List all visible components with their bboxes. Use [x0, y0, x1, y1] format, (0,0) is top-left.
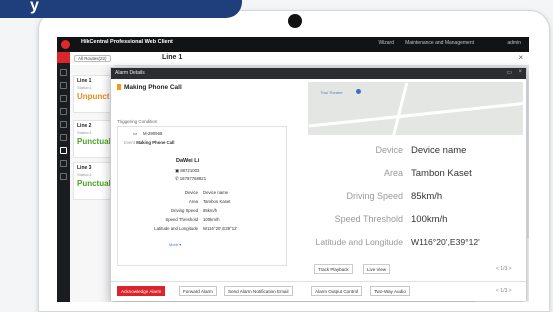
nav-device-icon[interactable]	[60, 108, 67, 115]
nav-person-icon[interactable]	[60, 95, 67, 102]
threshold-label: Speed Threshold	[334, 214, 403, 224]
live-view-button[interactable]: Live View	[363, 264, 391, 274]
route-list: Line 1 Station1 Unpunctual Line 2 Statio…	[70, 65, 121, 302]
id-number-value: 88721003	[180, 168, 200, 173]
menu-icon[interactable]	[57, 52, 70, 63]
alarm-output-button[interactable]: Alarm Output Control	[311, 286, 363, 296]
event-label: Event	[124, 140, 135, 145]
latlng-label-small: Latitude and Longitude	[154, 226, 198, 231]
send-email-button[interactable]: Send Alarm Notification Email	[224, 286, 293, 296]
route-card-title: Line 3	[77, 165, 92, 171]
speed-value: 85km/h	[411, 191, 443, 202]
nav-vehicle-icon[interactable]	[60, 121, 67, 128]
phone-number-value: 18787768821	[179, 176, 207, 181]
map-road	[390, 82, 409, 135]
close-icon[interactable]: ×	[518, 53, 523, 62]
two-way-audio-button[interactable]: Two-Way Audio	[370, 286, 410, 296]
route-card-status: Punctual	[77, 179, 111, 188]
route-card[interactable]: Line 2 Station1 Punctual	[73, 120, 114, 158]
forward-alarm-button[interactable]: Forward Alarm	[179, 286, 217, 296]
speed-value-small: 85km/h	[203, 208, 218, 213]
speed-label-small: Driving Speed	[171, 208, 198, 213]
latlng-value: W116°20',E39°12'	[411, 237, 480, 247]
alarm-name: Making Phone Call	[117, 84, 182, 91]
nav-report-icon[interactable]	[60, 173, 67, 180]
vehicle-icon: ▭	[133, 131, 138, 136]
nav-search-icon[interactable]	[60, 160, 67, 167]
area-value-small: Tambon Kaset	[203, 199, 231, 204]
threshold-label-small: Speed Threshold	[165, 217, 198, 222]
close-icon[interactable]: ×	[518, 69, 522, 75]
wizard-link[interactable]: Wizard	[378, 40, 394, 46]
area-value: Tambon Kaset	[411, 168, 472, 179]
route-list-header: All Routes(22) Line 1 ×	[70, 52, 529, 66]
area-label: Area	[383, 168, 403, 178]
event-value: Making Phone Call	[136, 140, 175, 145]
device-label-small: Device	[184, 190, 198, 195]
more-link[interactable]: More ▾	[169, 242, 181, 247]
app-title: HikCentral Professional Web Client	[81, 39, 173, 45]
left-nav-rail	[57, 52, 70, 302]
app-screen: HikCentral Professional Web Client Wizar…	[57, 37, 529, 302]
map-view[interactable]: Thai Theatre	[308, 82, 523, 135]
dialog-title: Alarm Details	[115, 70, 145, 76]
speed-label: Driving Speed	[346, 191, 403, 201]
camera-dot	[288, 14, 302, 28]
route-card[interactable]: Line 3 Station1 Punctual	[73, 162, 114, 200]
route-card[interactable]: Line 1 Station1 Unpunctual	[73, 75, 121, 113]
route-card-station: Station1	[77, 172, 92, 177]
route-card-title: Line 1	[77, 78, 92, 84]
route-card-status: Punctual	[77, 137, 111, 146]
route-title: Line 1	[162, 54, 183, 61]
detail-pager[interactable]: < 1/3 >	[496, 266, 512, 272]
event-row: Event Making Phone Call	[124, 140, 174, 145]
maximize-icon[interactable]: ▭	[506, 69, 512, 76]
dialog-title-bar: Alarm Details ▭ ×	[111, 68, 526, 79]
nav-bus-icon[interactable]	[60, 134, 67, 141]
triggering-condition-panel	[117, 126, 287, 266]
alarm-name-text: Making Phone Call	[124, 84, 182, 91]
nav-dashboard-icon[interactable]	[60, 69, 67, 76]
map-place-label: Thai Theatre	[320, 90, 343, 95]
latlng-label: Latitude and Longitude	[315, 237, 403, 247]
footer-pager[interactable]: < 1/3 >	[496, 288, 512, 294]
maintenance-link[interactable]: Maintenance and Management	[405, 40, 474, 46]
more-link-text: More	[169, 242, 179, 247]
dialog-footer: Acknowledge Alarm Forward Alarm Send Ala…	[111, 281, 526, 301]
route-filter-select[interactable]: All Routes(22)	[74, 55, 111, 62]
map-pin-icon	[356, 89, 361, 94]
route-card-station: Station1	[77, 85, 92, 90]
id-number: ▣ 88721003	[175, 168, 200, 173]
route-card-title: Line 2	[77, 123, 92, 129]
section-tag: y	[0, 0, 242, 18]
alarm-details-dialog: Alarm Details ▭ × Making Phone Call Trig…	[110, 67, 527, 301]
threshold-value-small: 100km/h	[203, 217, 220, 222]
latlng-value-small: W116°20',E39°12'	[203, 226, 238, 231]
device-value-small: Device name	[203, 190, 229, 195]
person-name: DaWei Li	[176, 158, 200, 164]
section-tag-text: y	[30, 0, 39, 14]
license-plate: M-290968	[143, 131, 163, 136]
nav-map-icon[interactable]	[60, 82, 67, 89]
threshold-value: 100km/h	[411, 214, 448, 225]
acknowledge-alarm-button[interactable]: Acknowledge Alarm	[117, 286, 166, 296]
title-bar: HikCentral Professional Web Client Wizar…	[57, 37, 529, 52]
map-road	[308, 99, 523, 128]
area-label-small: Area	[188, 199, 198, 204]
nav-route-icon[interactable]	[60, 147, 67, 154]
alarm-type-icon	[117, 84, 121, 90]
app-logo-icon	[61, 40, 70, 49]
device-label: Device	[375, 145, 403, 155]
route-card-status: Unpunctual	[77, 92, 121, 101]
device-value: Device name	[411, 145, 467, 156]
user-menu[interactable]: admin	[507, 40, 521, 46]
track-playback-button[interactable]: Track Playback	[314, 264, 353, 274]
phone-number: ✆ 18787768821	[175, 176, 207, 181]
triggering-condition-label: Triggering Condition	[117, 119, 158, 124]
route-card-station: Station1	[77, 130, 92, 135]
